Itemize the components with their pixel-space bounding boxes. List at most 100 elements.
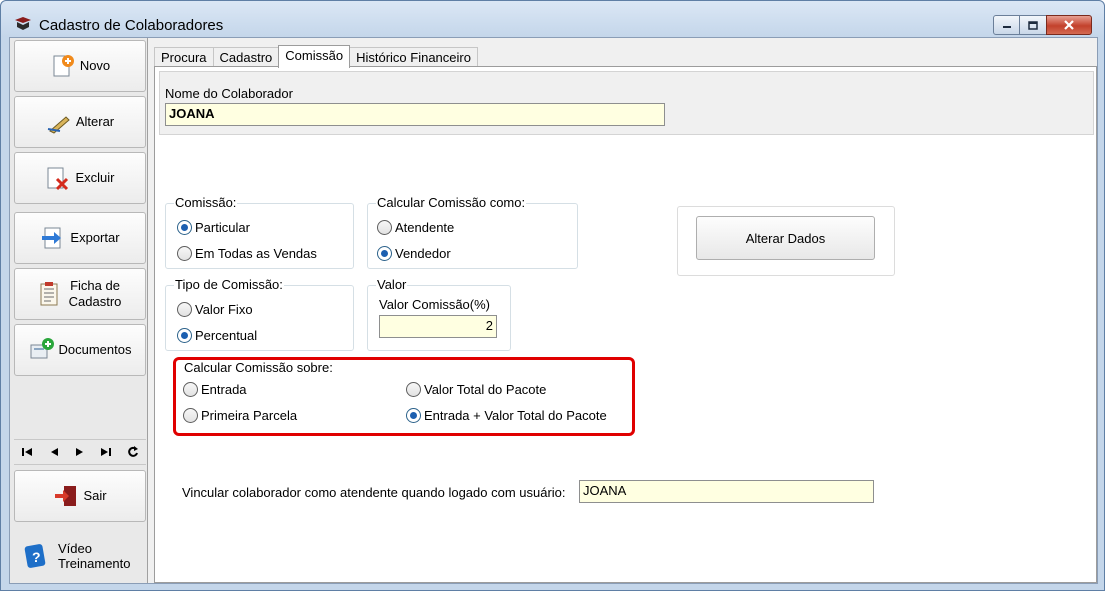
help-video-icon: ? [24,544,46,568]
first-record-button[interactable] [17,444,37,460]
close-button[interactable] [1046,15,1092,35]
calcular-como-group: Calcular Comissão como: Atendente Vended… [367,195,578,269]
export-icon [42,227,62,249]
radio-entrada[interactable]: Entrada [183,382,247,397]
maximize-icon [1028,20,1038,30]
minimize-icon [1002,26,1011,28]
tab-comissao[interactable]: Comissão [278,45,351,68]
radio-primeira-parcela[interactable]: Primeira Parcela [183,408,297,423]
valor-total-label: Valor Total do Pacote [424,382,547,397]
radio-particular[interactable]: Particular [177,220,250,235]
main-window: Cadastro de Colaboradores Novo Alterar E… [0,0,1105,591]
valor-fixo-label: Valor Fixo [195,302,253,317]
valor-group: Valor Valor Comissão(%) 2 [367,277,511,351]
maximize-button[interactable] [1019,15,1047,35]
vincular-usuario-input[interactable]: JOANA [579,480,874,503]
radio-atendente[interactable]: Atendente [377,220,454,235]
tab-cadastro[interactable]: Cadastro [212,47,280,67]
form-sheet-icon [40,282,58,306]
ficha-label: Ficha de Cadastro [68,278,122,309]
tab-strip: Procura Cadastro Comissão Histórico Fina… [154,45,478,68]
last-record-icon [101,448,112,456]
radio-em-todas-as-vendas[interactable]: Em Todas as Vendas [177,246,317,261]
radio-vendedor[interactable]: Vendedor [377,246,451,261]
documents-add-icon [30,338,54,359]
refresh-icon [127,446,138,457]
next-record-button[interactable] [70,444,90,460]
radio-valor-total-pacote[interactable]: Valor Total do Pacote [406,382,546,397]
colaborador-name-section: Nome do Colaborador JOANA [159,71,1094,135]
radio-indicator [183,382,198,397]
radio-percentual[interactable]: Percentual [177,328,257,343]
radio-indicator [177,302,192,317]
primeira-parcela-label: Primeira Parcela [201,408,298,423]
app-logo-icon [15,17,31,30]
documentos-button[interactable]: Documentos [14,324,146,376]
calcular-sobre-legend: Calcular Comissão sobre: [184,360,333,375]
alterar-dados-button[interactable]: Alterar Dados [696,216,875,260]
particular-label: Particular [195,220,250,235]
nome-input[interactable]: JOANA [165,103,665,126]
next-record-icon [75,448,83,456]
tipo-comissao-group: Tipo de Comissão: Valor Fixo Percentual [165,277,354,351]
novo-label: Novo [79,58,111,73]
percentual-label: Percentual [195,328,258,343]
tipo-legend: Tipo de Comissão: [174,277,284,292]
entrada-valor-total-label: Entrada + Valor Total do Pacote [424,408,607,423]
radio-indicator [377,220,392,235]
record-navigator [14,439,146,465]
calcular-sobre-group: Calcular Comissão sobre: Entrada Primeir… [179,360,631,429]
first-record-icon [22,448,33,456]
excluir-button[interactable]: Excluir [14,152,146,204]
video-label: Vídeo Treinamento [58,541,131,571]
radio-indicator [406,382,421,397]
minimize-button[interactable] [993,15,1020,35]
previous-record-button[interactable] [44,444,64,460]
alterar-label: Alterar [75,114,115,129]
sidebar: Novo Alterar Excluir Exportar Ficha de C… [10,38,148,583]
comissao-legend: Comissão: [174,195,238,210]
nome-label: Nome do Colaborador [165,86,293,101]
radio-indicator [177,246,192,261]
radio-entrada-valor-total[interactable]: Entrada + Valor Total do Pacote [406,408,607,423]
alterar-button[interactable]: Alterar [14,96,146,148]
radio-selected-indicator [177,328,192,343]
radio-indicator [183,408,198,423]
video-treinamento-button[interactable]: ? Vídeo Treinamento [14,532,146,580]
alterar-dados-group: Alterar Dados [677,206,895,276]
exportar-button[interactable]: Exportar [14,212,146,264]
delete-document-icon [47,167,69,191]
valor-comissao-input[interactable]: 2 [379,315,497,338]
window-title: Cadastro de Colaboradores [39,17,224,34]
comissao-group: Comissão: Particular Em Todas as Vendas [165,195,354,269]
new-document-icon [53,55,74,77]
novo-button[interactable]: Novo [14,40,146,92]
close-icon [1064,20,1074,30]
excluir-label: Excluir [75,170,115,185]
comissao-panel: Nome do Colaborador JOANA Comissão: Part… [154,66,1097,583]
sair-label: Sair [83,488,107,503]
radio-valor-fixo[interactable]: Valor Fixo [177,302,253,317]
tab-procura[interactable]: Procura [154,47,214,67]
title-bar[interactable]: Cadastro de Colaboradores [1,1,1104,37]
vendedor-label: Vendedor [395,246,451,261]
entrada-label: Entrada [201,382,247,397]
exportar-label: Exportar [70,230,120,245]
ficha-cadastro-button[interactable]: Ficha de Cadastro [14,268,146,320]
atendente-label: Atendente [395,220,455,235]
em-todas-label: Em Todas as Vendas [195,246,317,261]
last-record-button[interactable] [96,444,116,460]
svg-text:?: ? [32,549,41,565]
documentos-label: Documentos [58,342,132,357]
valor-legend: Valor [376,277,408,292]
edit-pencil-icon [47,116,70,134]
vincular-label: Vincular colaborador como atendente quan… [182,485,566,500]
radio-selected-indicator [177,220,192,235]
client-area: Novo Alterar Excluir Exportar Ficha de C… [9,37,1098,584]
previous-record-icon [50,448,58,456]
tab-historico-financeiro[interactable]: Histórico Financeiro [349,47,478,67]
valor-comissao-label: Valor Comissão(%) [379,297,491,312]
sair-button[interactable]: Sair [14,470,146,522]
refresh-button[interactable] [123,444,143,460]
radio-selected-indicator [406,408,421,423]
